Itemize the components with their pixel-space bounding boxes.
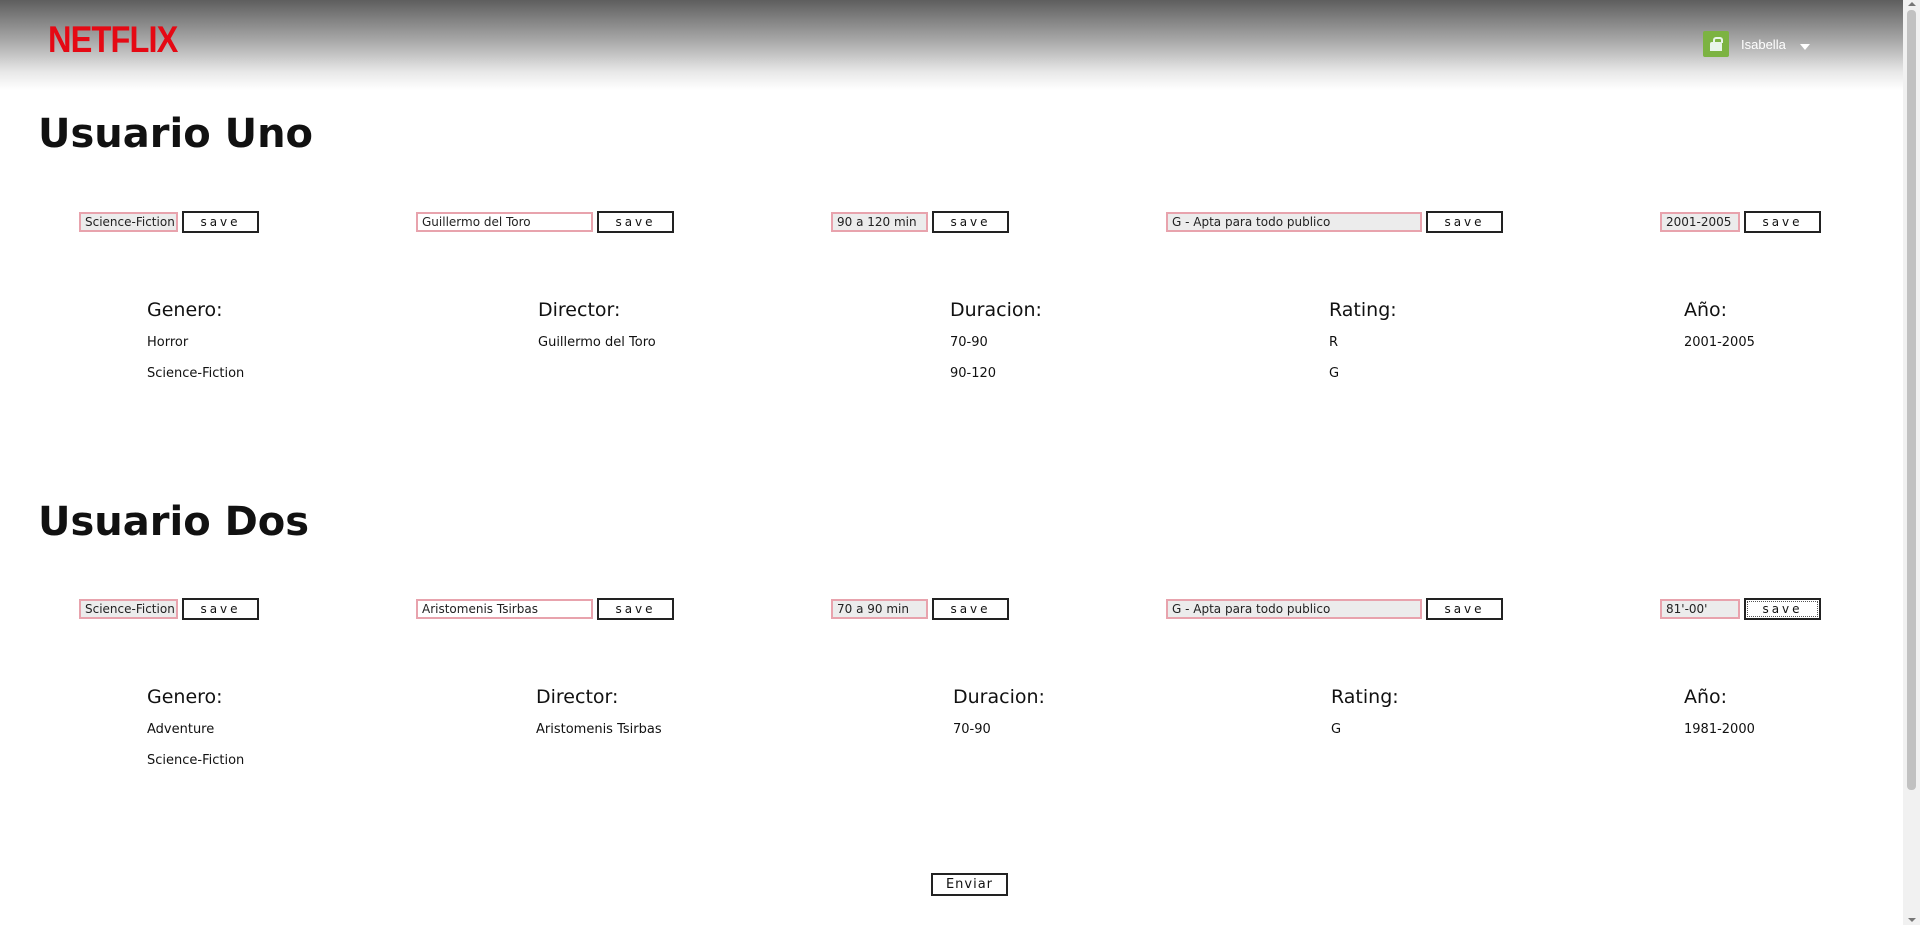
save-button-duracion[interactable]: save [932, 598, 1009, 620]
genero-column: Genero: Adventure Science-Fiction [147, 685, 244, 784]
duracion-heading: Duracion: [950, 299, 1042, 321]
list-item: Adventure [147, 722, 215, 737]
save-button-rating[interactable]: save [1426, 598, 1503, 620]
user-avatar-icon[interactable] [1703, 31, 1729, 57]
genero-select[interactable]: Science-Fiction [79, 212, 178, 232]
list-item: G [1329, 366, 1340, 381]
duracion-column: Duracion: 70-90 [953, 685, 1045, 753]
vertical-scrollbar[interactable] [1903, 0, 1920, 925]
list-item: 90-120 [950, 366, 997, 381]
anio-heading: Año: [1684, 686, 1728, 708]
save-button-anio[interactable]: save [1744, 211, 1821, 233]
duracion-heading: Duracion: [953, 686, 1045, 708]
director-input[interactable]: Guillermo del Toro [416, 212, 593, 232]
genero-control: Science-Fiction save [79, 211, 259, 233]
duracion-control: 70 a 90 min save [831, 598, 1009, 620]
scroll-up-icon[interactable] [1908, 2, 1916, 6]
rating-control: G - Apta para todo publico save [1166, 598, 1503, 620]
save-button-duracion[interactable]: save [932, 211, 1009, 233]
duracion-select[interactable]: 90 a 120 min [831, 212, 928, 232]
list-item: Aristomenis Tsirbas [536, 722, 662, 737]
rating-select[interactable]: G - Apta para todo publico [1166, 212, 1422, 232]
list-item: Science-Fiction [147, 753, 245, 768]
save-button-rating[interactable]: save [1426, 211, 1503, 233]
rating-column: Rating: R G [1329, 298, 1397, 397]
list-item: 2001-2005 [1684, 335, 1755, 350]
director-control: Guillermo del Toro save [416, 211, 674, 233]
section-title-usuario-dos: Usuario Dos [38, 499, 310, 545]
anio-control: 81'-00' save [1660, 598, 1821, 620]
director-column: Director: Guillermo del Toro [538, 298, 656, 366]
anio-column: Año: 2001-2005 [1684, 298, 1755, 366]
list-item: Science-Fiction [147, 366, 245, 381]
enviar-button[interactable]: Enviar [931, 873, 1008, 896]
director-heading: Director: [538, 299, 621, 321]
anio-select[interactable]: 2001-2005 [1660, 212, 1740, 232]
save-button-director[interactable]: save [597, 598, 674, 620]
list-item: Guillermo del Toro [538, 335, 656, 350]
genero-heading: Genero: [147, 686, 223, 708]
duracion-control: 90 a 120 min save [831, 211, 1009, 233]
anio-column: Año: 1981-2000 [1684, 685, 1755, 753]
genero-heading: Genero: [147, 299, 223, 321]
top-header: NETFLIX Isabella [0, 0, 1903, 90]
section-title-usuario-uno: Usuario Uno [38, 111, 314, 157]
chevron-down-icon[interactable] [1799, 44, 1810, 50]
director-control: Aristomenis Tsirbas save [416, 598, 674, 620]
genero-column: Genero: Horror Science-Fiction [147, 298, 244, 397]
rating-select[interactable]: G - Apta para todo publico [1166, 599, 1422, 619]
rating-control: G - Apta para todo publico save [1166, 211, 1503, 233]
list-item: 1981-2000 [1684, 722, 1755, 737]
duracion-select[interactable]: 70 a 90 min [831, 599, 928, 619]
anio-control: 2001-2005 save [1660, 211, 1821, 233]
director-heading: Director: [536, 686, 619, 708]
rating-heading: Rating: [1329, 299, 1397, 321]
director-column: Director: Aristomenis Tsirbas [536, 685, 662, 753]
rating-column: Rating: G [1331, 685, 1399, 753]
scroll-down-icon[interactable] [1908, 918, 1916, 922]
anio-select[interactable]: 81'-00' [1660, 599, 1740, 619]
duracion-column: Duracion: 70-90 90-120 [950, 298, 1042, 397]
genero-control: Science-Fiction save [79, 598, 259, 620]
netflix-logo[interactable]: NETFLIX [48, 18, 178, 62]
genero-select[interactable]: Science-Fiction [79, 599, 178, 619]
list-item: Horror [147, 335, 189, 350]
list-item: 70-90 [950, 335, 988, 350]
save-button-director[interactable]: save [597, 211, 674, 233]
rating-heading: Rating: [1331, 686, 1399, 708]
username-label[interactable]: Isabella [1741, 37, 1786, 52]
anio-heading: Año: [1684, 299, 1728, 321]
list-item: 70-90 [953, 722, 991, 737]
list-item: R [1329, 335, 1339, 350]
director-input[interactable]: Aristomenis Tsirbas [416, 599, 593, 619]
account-menu[interactable]: Isabella [1703, 30, 1810, 58]
scroll-thumb[interactable] [1907, 10, 1916, 790]
list-item: G [1331, 722, 1342, 737]
save-button-anio[interactable]: save [1744, 598, 1821, 620]
save-button-genero[interactable]: save [182, 211, 259, 233]
save-button-genero[interactable]: save [182, 598, 259, 620]
